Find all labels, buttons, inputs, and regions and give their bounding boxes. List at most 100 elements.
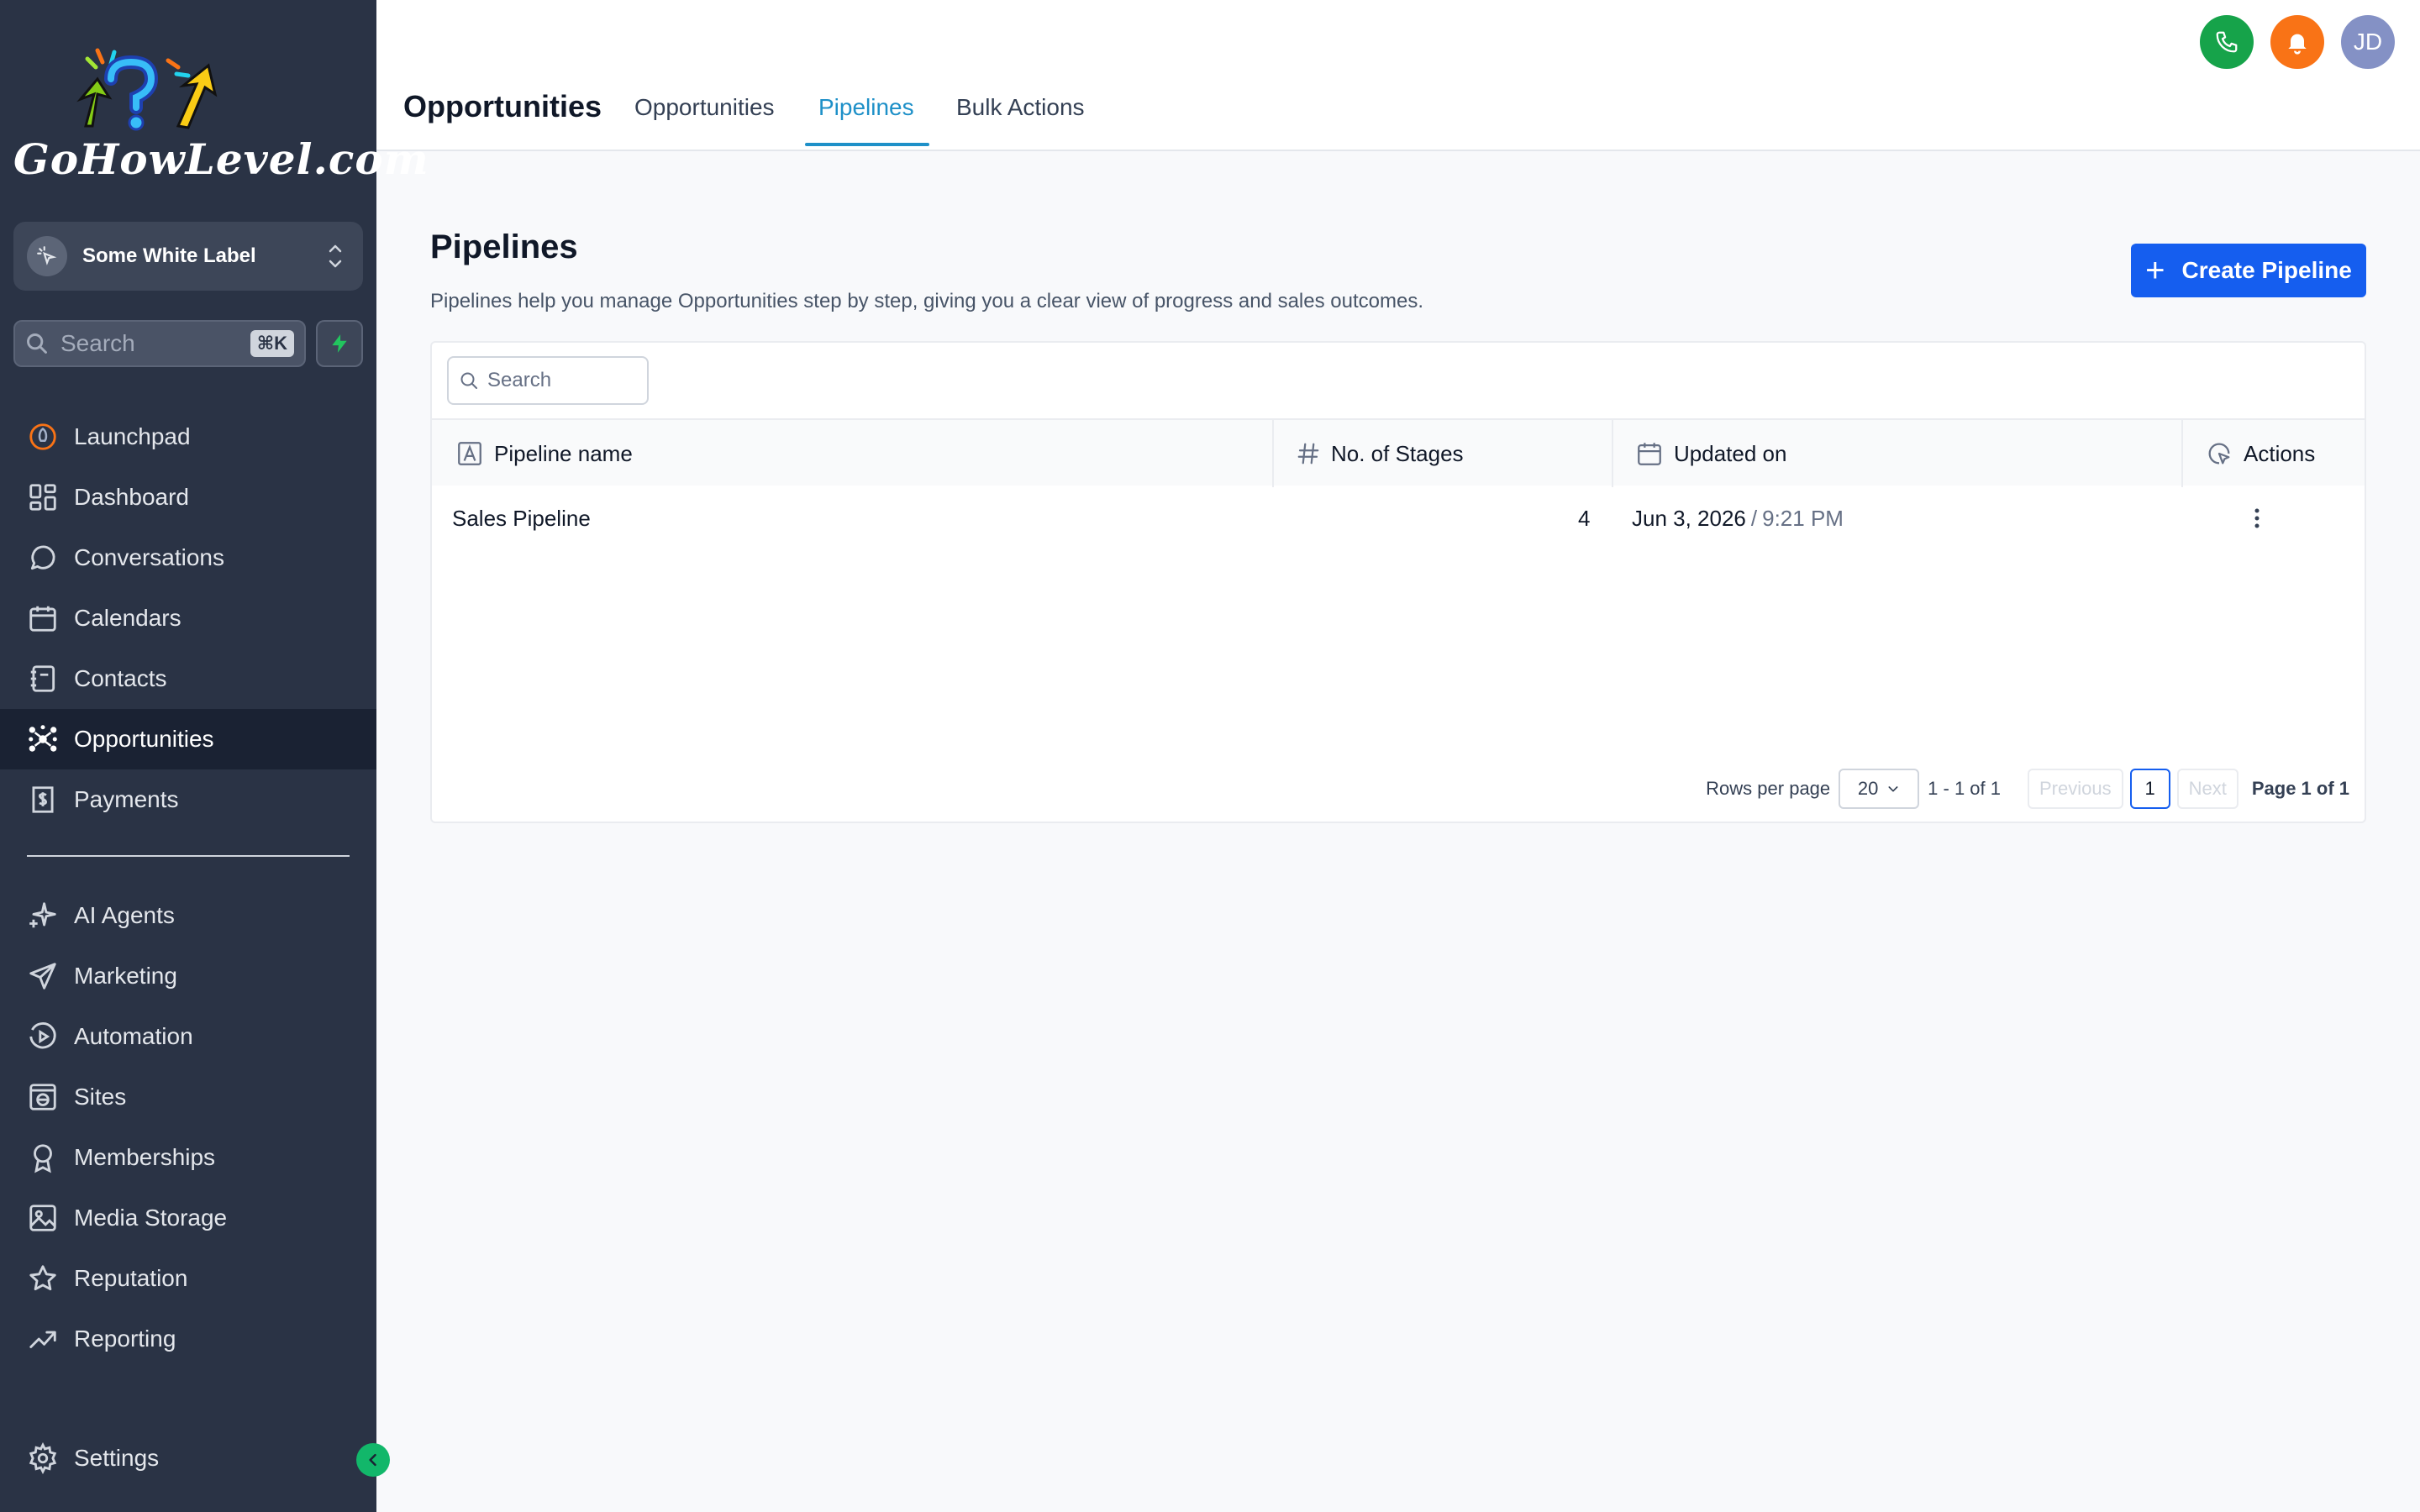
pagination: Rows per page 20 1 - 1 of 1 Previous 1 N… (1706, 768, 2349, 810)
next-page-button[interactable]: Next (2176, 769, 2238, 809)
updated-time: 9:21 PM (1762, 505, 1844, 531)
nav-primary: Launchpad Dashboard Conversations Calend… (0, 407, 376, 830)
sidebar-item-calendars[interactable]: Calendars (0, 588, 376, 648)
row-actions-button[interactable] (2247, 486, 2267, 551)
column-label: No. of Stages (1331, 440, 1464, 466)
rows-per-page-label: Rows per page (1706, 778, 1831, 799)
sidebar-collapse-button[interactable] (356, 1443, 390, 1477)
column-header-stages[interactable]: No. of Stages (1296, 420, 1464, 487)
tab-opportunities[interactable]: Opportunities (634, 94, 775, 121)
active-tab-indicator (805, 143, 929, 146)
pipelines-table: Search Pipeline name No. of Stages Updat… (430, 341, 2366, 823)
sidebar-item-dashboard[interactable]: Dashboard (0, 467, 376, 528)
sidebar-item-ai-agents[interactable]: AI Agents (0, 885, 376, 946)
page-description: Pipelines help you manage Opportunities … (430, 290, 1423, 312)
table-row[interactable]: Sales Pipeline 4 Jun 3, 2026 / 9:21 PM (432, 486, 2365, 551)
sidebar-item-automation[interactable]: Automation (0, 1006, 376, 1067)
globe-window-icon (29, 1084, 56, 1110)
nav-settings: Settings (0, 1428, 376, 1488)
pipeline-name-cell[interactable]: Sales Pipeline (452, 486, 591, 551)
sidebar-item-label: Automation (74, 1023, 193, 1049)
sidebar-item-reputation[interactable]: Reputation (0, 1248, 376, 1309)
sidebar-item-label: Marketing (74, 963, 177, 989)
dashboard-grid-icon (29, 484, 56, 511)
image-icon (29, 1205, 56, 1231)
sidebar-item-memberships[interactable]: Memberships (0, 1127, 376, 1188)
sidebar-search[interactable]: Search ⌘K (13, 320, 306, 367)
lightning-icon (332, 334, 347, 353)
sidebar-item-label: Conversations (74, 544, 224, 570)
quick-action-button[interactable] (316, 320, 363, 367)
sidebar-search-placeholder: Search (60, 330, 135, 356)
rows-per-page-select[interactable]: 20 (1839, 769, 1920, 809)
dollar-receipt-icon (32, 786, 54, 813)
award-icon (34, 1144, 52, 1173)
phone-icon (2216, 31, 2238, 53)
chat-bubble-icon (30, 545, 55, 570)
module-title: Opportunities (403, 89, 602, 123)
sidebar-item-label: Sites (74, 1084, 127, 1110)
sidebar-item-label: Memberships (74, 1144, 216, 1170)
page-indicator: Page 1 of 1 (2251, 778, 2349, 799)
brand-wordmark: GoHowLevel.com (13, 134, 429, 184)
network-icon (29, 725, 57, 752)
sidebar-item-label: Contacts (74, 665, 167, 691)
create-pipeline-label: Create Pipeline (2181, 257, 2352, 283)
sidebar-item-label: Launchpad (74, 423, 191, 449)
column-header-pipeline-name[interactable]: Pipeline name (455, 420, 633, 487)
column-label: Pipeline name (494, 440, 633, 466)
sidebar-item-label: Opportunities (74, 726, 214, 752)
sidebar-item-marketing[interactable]: Marketing (0, 946, 376, 1006)
play-circle-icon (29, 1022, 56, 1049)
phone-button[interactable] (2200, 15, 2254, 69)
top-bar: Opportunities Opportunities Pipelines Bu… (376, 0, 2420, 151)
previous-page-button[interactable]: Previous (2028, 769, 2123, 809)
sidebar-item-media-storage[interactable]: Media Storage (0, 1188, 376, 1248)
account-name: Some White Label (82, 244, 256, 267)
column-divider (1612, 420, 1613, 487)
table-search-placeholder: Search (487, 369, 552, 391)
page-number-button[interactable]: 1 (2129, 769, 2170, 809)
account-switcher[interactable]: Some White Label (13, 222, 363, 291)
sidebar-item-label: Calendars (74, 605, 182, 631)
table-search-input[interactable]: Search (447, 356, 649, 405)
send-icon (29, 963, 56, 990)
sidebar-item-label: Reputation (74, 1265, 188, 1291)
sidebar-item-label: Payments (74, 786, 179, 812)
table-header: Pipeline name No. of Stages Updated on A… (432, 418, 2365, 487)
sidebar-item-payments[interactable]: Payments (0, 769, 376, 830)
sidebar-item-conversations[interactable]: Conversations (0, 528, 376, 588)
cursor-click-icon (2208, 443, 2230, 465)
sidebar-item-contacts[interactable]: Contacts (0, 648, 376, 709)
column-header-updated-on[interactable]: Updated on (1635, 420, 1786, 487)
sidebar-divider (27, 855, 350, 857)
column-divider (1272, 420, 1274, 487)
question-arrows-logo-icon (76, 48, 218, 131)
star-icon (29, 1265, 56, 1291)
stages-count-cell: 4 (1578, 505, 1591, 531)
page-title: Pipelines (430, 228, 578, 265)
rows-per-page-value: 20 (1857, 778, 1879, 799)
sidebar-item-label: Media Storage (74, 1205, 228, 1231)
account-avatar (27, 236, 67, 276)
user-avatar[interactable]: JD (2341, 15, 2395, 69)
chevron-left-icon (369, 1453, 376, 1467)
create-pipeline-button[interactable]: + Create Pipeline (2131, 244, 2366, 297)
updated-separator: / (1750, 505, 1758, 531)
calendar-icon (1638, 443, 1661, 465)
notifications-button[interactable] (2270, 15, 2324, 69)
sidebar-item-settings[interactable]: Settings (0, 1428, 376, 1488)
sidebar-item-sites[interactable]: Sites (0, 1067, 376, 1127)
calendar-icon (29, 606, 56, 632)
tab-pipelines[interactable]: Pipelines (818, 94, 914, 121)
search-icon (27, 333, 47, 354)
column-label: Updated on (1674, 440, 1787, 466)
search-icon (460, 372, 477, 389)
sidebar-item-reporting[interactable]: Reporting (0, 1309, 376, 1369)
column-header-actions: Actions (2205, 420, 2315, 487)
sidebar-item-launchpad[interactable]: Launchpad (0, 407, 376, 467)
updated-on-cell: Jun 3, 2026 / 9:21 PM (1632, 486, 1844, 551)
tab-bulk-actions[interactable]: Bulk Actions (956, 94, 1085, 121)
sidebar-item-opportunities[interactable]: Opportunities (0, 709, 376, 769)
bell-icon (2288, 34, 2307, 55)
